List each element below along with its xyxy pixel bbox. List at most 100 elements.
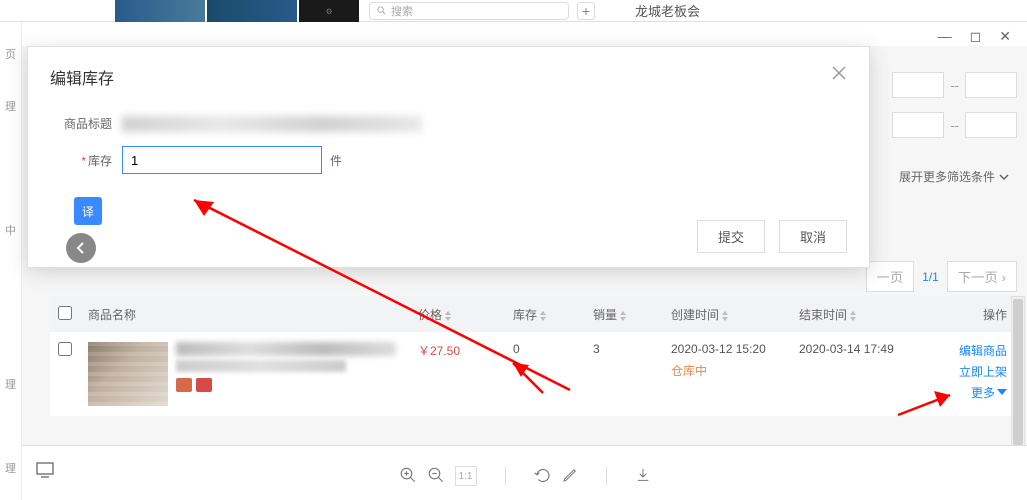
zoom-in-button[interactable] bbox=[399, 466, 417, 487]
label-stock: *库存 bbox=[50, 152, 112, 169]
close-button[interactable]: ✕ bbox=[999, 28, 1011, 45]
browser-tab-strip: ۞ 搜索 + 龙城老板会 bbox=[0, 0, 1027, 22]
edit-product-link[interactable]: 编辑商品 bbox=[927, 342, 1007, 359]
range-separator: -- bbox=[950, 118, 959, 133]
col-name: 商品名称 bbox=[88, 306, 418, 323]
add-tab-button[interactable]: + bbox=[577, 2, 595, 20]
stock-input[interactable] bbox=[122, 146, 322, 174]
chevron-down-icon bbox=[999, 172, 1009, 182]
maximize-button[interactable]: ◻ bbox=[970, 28, 982, 45]
range-separator: -- bbox=[950, 78, 959, 93]
expand-filters-link[interactable]: 展开更多筛选条件 bbox=[899, 168, 1009, 185]
more-label: 更多 bbox=[971, 384, 995, 401]
sort-icon bbox=[539, 311, 547, 321]
filter-ranges: -- -- bbox=[892, 72, 1017, 152]
page-indicator: 1/1 bbox=[922, 270, 939, 284]
window-title: 龙城老板会 bbox=[635, 1, 700, 20]
nav-fragment[interactable]: 理 bbox=[5, 376, 16, 392]
search-placeholder: 搜索 bbox=[391, 3, 413, 19]
left-nav-sliver: 页 理 中 理 理 bbox=[0, 22, 22, 500]
zoom-out-icon bbox=[427, 466, 445, 484]
sort-icon bbox=[619, 311, 627, 321]
monitor-icon bbox=[36, 462, 54, 478]
next-page-label: 下一页 bbox=[958, 270, 998, 285]
sort-icon bbox=[444, 311, 452, 321]
product-thumbnail[interactable] bbox=[88, 342, 168, 406]
back-circle-button[interactable] bbox=[66, 233, 96, 263]
download-button[interactable] bbox=[635, 467, 651, 486]
pagination: 一页 1/1 下一页 › bbox=[866, 261, 1017, 292]
create-time-value: 2020-03-12 15:20 bbox=[671, 342, 799, 356]
form-row-stock: *库存 件 bbox=[50, 146, 847, 174]
vertical-scrollbar[interactable]: ▲ ▼ bbox=[1011, 296, 1025, 445]
nav-fragment[interactable]: 中 bbox=[5, 222, 16, 238]
cell-ops: 编辑商品 立即上架 更多 bbox=[927, 342, 1011, 401]
product-sub-redacted bbox=[176, 360, 346, 372]
col-create-time[interactable]: 创建时间 bbox=[671, 306, 799, 323]
badge-icon bbox=[196, 378, 212, 392]
edit-stock-dialog: 编辑库存 商品标题 *库存 件 译 提交 取消 bbox=[27, 46, 870, 268]
label-product-title: 商品标题 bbox=[50, 115, 112, 132]
rotate-button[interactable] bbox=[534, 466, 552, 487]
select-all-checkbox[interactable] bbox=[58, 306, 72, 320]
range-to-input[interactable] bbox=[965, 112, 1017, 138]
edit-button[interactable] bbox=[562, 467, 578, 486]
col-sales[interactable]: 销量 bbox=[593, 306, 671, 323]
col-ops: 操作 bbox=[927, 306, 1011, 323]
chevron-left-icon bbox=[76, 242, 86, 254]
zoom-out-button[interactable] bbox=[427, 466, 445, 487]
col-stock[interactable]: 库存 bbox=[513, 306, 593, 323]
shelf-now-link[interactable]: 立即上架 bbox=[927, 363, 1007, 380]
screenshot-tool-icon[interactable] bbox=[36, 462, 54, 481]
dialog-close-button[interactable] bbox=[831, 65, 847, 84]
range-from-input[interactable] bbox=[892, 72, 944, 98]
tab-thumbnail[interactable] bbox=[115, 0, 205, 22]
separator bbox=[505, 467, 506, 485]
separator bbox=[606, 467, 607, 485]
row-checkbox[interactable] bbox=[58, 342, 72, 356]
dialog-title: 编辑库存 bbox=[50, 65, 114, 89]
nav-fragment[interactable]: 理 bbox=[5, 460, 16, 476]
bottom-toolbar: 1:1 bbox=[22, 445, 1027, 500]
range-to-input[interactable] bbox=[965, 72, 1017, 98]
close-icon bbox=[831, 65, 847, 81]
next-page-button[interactable]: 下一页 › bbox=[947, 261, 1017, 292]
cell-end-time: 2020-03-14 17:49 bbox=[799, 342, 927, 356]
sort-icon bbox=[849, 311, 857, 321]
cell-create-time: 2020-03-12 15:20 仓库中 bbox=[671, 342, 799, 379]
product-table: 商品名称 价格 库存 销量 创建时间 结束时间 操作 ￥27 bbox=[50, 296, 1019, 416]
minimize-button[interactable]: — bbox=[938, 28, 952, 45]
status-badge: 仓库中 bbox=[671, 362, 799, 379]
cell-product bbox=[88, 342, 418, 406]
table-row: ￥27.50 0 3 2020-03-12 15:20 仓库中 2020-03-… bbox=[50, 332, 1019, 416]
cell-price: ￥27.50 bbox=[418, 342, 513, 359]
nav-fragment[interactable]: 页 bbox=[5, 46, 16, 62]
table-header-row: 商品名称 价格 库存 销量 创建时间 结束时间 操作 bbox=[50, 296, 1019, 332]
nav-fragment[interactable]: 理 bbox=[5, 98, 16, 114]
more-ops-link[interactable]: 更多 bbox=[927, 384, 1007, 401]
zoom-ratio-box[interactable]: 1:1 bbox=[455, 466, 477, 486]
product-title-redacted bbox=[122, 116, 422, 132]
tab-thumbnail[interactable] bbox=[207, 0, 297, 22]
range-row: -- bbox=[892, 72, 1017, 98]
rotate-icon bbox=[534, 466, 552, 484]
cell-stock: 0 bbox=[513, 342, 593, 356]
tab-thumbnail[interactable]: ۞ bbox=[299, 0, 359, 22]
col-price[interactable]: 价格 bbox=[418, 306, 513, 323]
badge-icon bbox=[176, 378, 192, 392]
scrollbar-thumb[interactable] bbox=[1013, 299, 1023, 445]
expand-filters-label: 展开更多筛选条件 bbox=[899, 168, 995, 185]
tab-search-input[interactable]: 搜索 bbox=[369, 2, 569, 20]
col-end-time[interactable]: 结束时间 bbox=[799, 306, 927, 323]
form-row-product-title: 商品标题 bbox=[50, 115, 847, 132]
translate-button[interactable]: 译 bbox=[74, 197, 102, 225]
range-from-input[interactable] bbox=[892, 112, 944, 138]
range-row: -- bbox=[892, 112, 1017, 138]
prev-page-button[interactable]: 一页 bbox=[866, 261, 915, 292]
download-icon bbox=[635, 467, 651, 483]
product-name-redacted bbox=[176, 342, 396, 356]
cell-sales: 3 bbox=[593, 342, 671, 356]
search-icon bbox=[376, 5, 387, 16]
cancel-button[interactable]: 取消 bbox=[779, 220, 847, 253]
submit-button[interactable]: 提交 bbox=[697, 220, 765, 253]
